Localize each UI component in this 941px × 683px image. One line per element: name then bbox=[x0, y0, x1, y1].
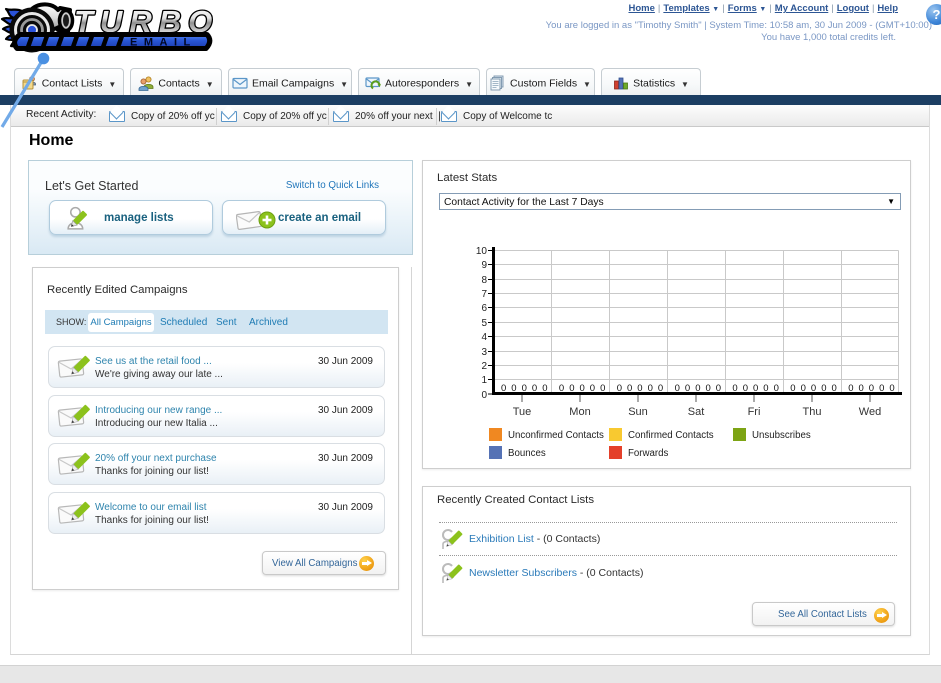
svg-text:0: 0 bbox=[627, 383, 632, 394]
svg-text:0: 0 bbox=[811, 383, 816, 394]
svg-text:0: 0 bbox=[559, 383, 564, 394]
svg-text:0: 0 bbox=[889, 383, 894, 394]
svg-text:Sat: Sat bbox=[688, 406, 705, 418]
svg-text:0: 0 bbox=[716, 383, 721, 394]
svg-text:Tue: Tue bbox=[513, 406, 532, 418]
svg-text:Wed: Wed bbox=[859, 406, 881, 418]
svg-text:0: 0 bbox=[580, 383, 585, 394]
svg-text:0: 0 bbox=[569, 383, 574, 394]
svg-text:5: 5 bbox=[481, 318, 487, 329]
svg-text:0: 0 bbox=[706, 383, 711, 394]
svg-text:0: 0 bbox=[637, 383, 642, 394]
svg-text:0: 0 bbox=[832, 383, 837, 394]
svg-text:1: 1 bbox=[481, 375, 487, 386]
svg-text:4: 4 bbox=[481, 332, 487, 343]
svg-text:2: 2 bbox=[481, 361, 487, 372]
svg-text:10: 10 bbox=[476, 246, 488, 257]
svg-text:Thu: Thu bbox=[803, 406, 822, 418]
svg-text:9: 9 bbox=[481, 260, 487, 271]
svg-text:0: 0 bbox=[522, 383, 527, 394]
svg-text:0: 0 bbox=[648, 383, 653, 394]
svg-text:Sun: Sun bbox=[628, 406, 648, 418]
svg-text:0: 0 bbox=[695, 383, 700, 394]
svg-text:0: 0 bbox=[590, 383, 595, 394]
svg-text:0: 0 bbox=[658, 383, 663, 394]
svg-text:0: 0 bbox=[501, 383, 506, 394]
svg-text:0: 0 bbox=[675, 383, 680, 394]
svg-text:0: 0 bbox=[821, 383, 826, 394]
svg-text:0: 0 bbox=[869, 383, 874, 394]
svg-text:3: 3 bbox=[481, 347, 487, 358]
svg-text:6: 6 bbox=[481, 303, 487, 314]
svg-text:0: 0 bbox=[685, 383, 690, 394]
svg-text:0: 0 bbox=[879, 383, 884, 394]
svg-text:0: 0 bbox=[763, 383, 768, 394]
svg-text:0: 0 bbox=[801, 383, 806, 394]
svg-text:0: 0 bbox=[532, 383, 537, 394]
svg-text:0: 0 bbox=[774, 383, 779, 394]
svg-text:0: 0 bbox=[743, 383, 748, 394]
svg-text:EMAIL: EMAIL bbox=[130, 37, 197, 49]
svg-text:Mon: Mon bbox=[569, 406, 590, 418]
svg-text:Fri: Fri bbox=[748, 406, 761, 418]
svg-text:0: 0 bbox=[753, 383, 758, 394]
svg-text:0: 0 bbox=[848, 383, 853, 394]
svg-text:0: 0 bbox=[600, 383, 605, 394]
svg-text:0: 0 bbox=[481, 390, 487, 401]
svg-text:0: 0 bbox=[732, 383, 737, 394]
svg-text:0: 0 bbox=[542, 383, 547, 394]
svg-text:8: 8 bbox=[481, 275, 487, 286]
svg-text:7: 7 bbox=[481, 289, 487, 300]
svg-text:0: 0 bbox=[790, 383, 795, 394]
svg-text:0: 0 bbox=[859, 383, 864, 394]
svg-text:0: 0 bbox=[617, 383, 622, 394]
svg-text:0: 0 bbox=[511, 383, 516, 394]
